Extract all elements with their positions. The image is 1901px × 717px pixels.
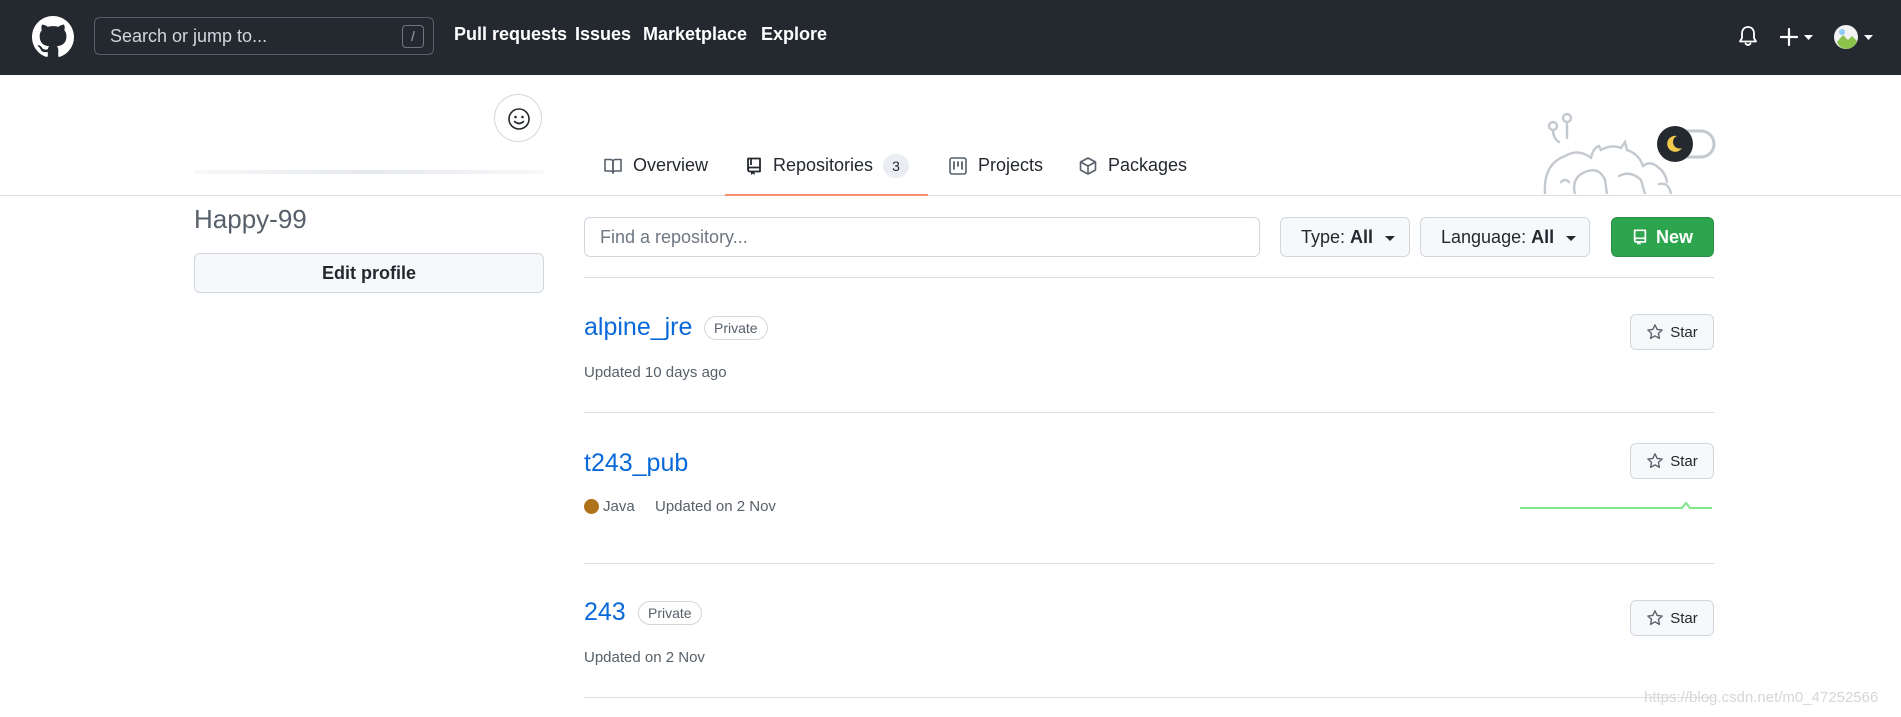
star-button[interactable]: Star: [1630, 600, 1714, 636]
new-button-label: New: [1655, 226, 1693, 247]
tab-projects[interactable]: Projects: [948, 140, 1043, 196]
list-divider: [584, 697, 1714, 698]
repo-link-alpine-jre[interactable]: alpine_jre: [584, 313, 692, 342]
find-repository-input[interactable]: [584, 217, 1260, 257]
repo-updated-time: Updated 10 days ago: [584, 364, 727, 381]
github-logo-icon[interactable]: [32, 16, 74, 58]
repo-language: Java: [603, 498, 635, 515]
list-divider: [584, 563, 1714, 564]
tab-projects-label: Projects: [978, 155, 1044, 175]
activity-sparkline: [1520, 501, 1712, 509]
book-icon: [604, 158, 622, 174]
star-icon: [1647, 610, 1664, 626]
star-icon: [1647, 453, 1664, 469]
plus-icon[interactable]: [1780, 27, 1816, 47]
tab-packages[interactable]: Packages: [1078, 140, 1187, 196]
package-icon: [1079, 157, 1097, 175]
star-label: Star: [1670, 323, 1698, 341]
repo-icon: [747, 157, 761, 175]
edit-profile-button[interactable]: Edit profile: [194, 253, 544, 293]
avatar-menu[interactable]: [1833, 24, 1877, 50]
type-filter-label: Type:: [1301, 226, 1346, 247]
language-filter-dropdown[interactable]: Language: All: [1420, 217, 1590, 257]
watermark-text: https://blog.csdn.net/m0_47252566: [1644, 689, 1879, 706]
tab-repositories[interactable]: Repositories 3: [725, 140, 928, 196]
nav-explore[interactable]: Explore: [761, 24, 827, 45]
avatar-bottom-edge: [194, 170, 544, 174]
nav-pull-requests[interactable]: Pull requests: [454, 24, 567, 45]
repo-icon: [1633, 229, 1647, 245]
repo-link-243[interactable]: 243: [584, 598, 626, 627]
java-language-dot: [584, 499, 599, 514]
theme-toggle-switch[interactable]: [1656, 125, 1716, 163]
project-icon: [949, 157, 967, 175]
repositories-count-badge: 3: [883, 154, 910, 178]
bell-icon[interactable]: [1738, 25, 1758, 47]
set-status-button[interactable]: [494, 94, 542, 142]
tab-overview-label: Overview: [633, 155, 709, 175]
repo-link-t243-pub[interactable]: t243_pub: [584, 449, 688, 478]
list-divider: [584, 277, 1714, 278]
star-icon: [1647, 324, 1664, 340]
nav-issues[interactable]: Issues: [575, 24, 631, 45]
type-filter-value: All: [1350, 226, 1374, 247]
chevron-down-icon: [1566, 235, 1577, 241]
nav-marketplace[interactable]: Marketplace: [643, 24, 747, 45]
tab-packages-label: Packages: [1108, 155, 1188, 175]
star-label: Star: [1670, 452, 1698, 470]
global-header: / Pull requests Issues Marketplace Explo…: [0, 0, 1901, 75]
language-filter-value: All: [1531, 226, 1555, 247]
tab-overview[interactable]: Overview: [603, 140, 708, 196]
global-search-input[interactable]: [95, 18, 433, 54]
repo-updated-time: Updated on 2 Nov: [584, 649, 705, 666]
smiley-icon: [508, 108, 530, 130]
private-badge: Private: [638, 601, 702, 625]
new-repository-button[interactable]: New: [1611, 217, 1714, 257]
active-tab-underline: [725, 194, 928, 196]
global-search[interactable]: /: [94, 17, 434, 55]
type-filter-dropdown[interactable]: Type: All: [1280, 217, 1410, 257]
star-label: Star: [1670, 609, 1698, 627]
list-divider: [584, 412, 1714, 413]
chevron-down-icon: [1385, 235, 1396, 241]
private-badge: Private: [704, 316, 768, 340]
star-button[interactable]: Star: [1630, 314, 1714, 350]
star-button[interactable]: Star: [1630, 443, 1714, 479]
search-shortcut-key: /: [402, 25, 424, 48]
profile-username: Happy-99: [194, 204, 307, 234]
tab-repositories-label: Repositories: [773, 155, 874, 175]
repo-updated-time: Updated on 2 Nov: [655, 498, 776, 515]
language-filter-label: Language:: [1441, 226, 1527, 247]
